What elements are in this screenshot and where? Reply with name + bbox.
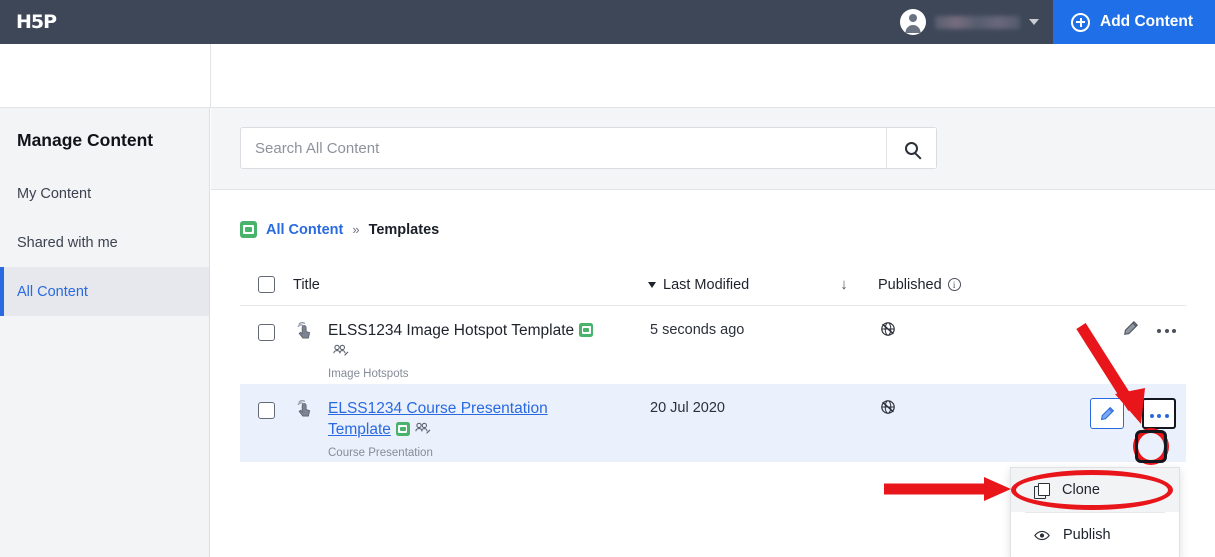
row-actions <box>1025 398 1186 429</box>
row-checkbox[interactable] <box>258 402 275 419</box>
header-published[interactable]: Published i <box>878 277 1023 293</box>
pencil-icon <box>1100 406 1115 420</box>
breadcrumb-separator: » <box>352 222 360 237</box>
pencil-icon[interactable] <box>1122 320 1139 337</box>
sidebar-item-label: Shared with me <box>17 234 118 251</box>
select-all-checkbox[interactable] <box>258 276 275 293</box>
breadcrumb-root-link[interactable]: All Content <box>266 222 343 238</box>
user-name-redacted <box>935 15 1021 29</box>
content-type-icon <box>579 323 594 337</box>
tap-hand-icon <box>293 320 320 342</box>
search-icon <box>905 141 918 155</box>
search-input[interactable] <box>241 128 886 168</box>
sort-direction-icon[interactable]: ↓ <box>840 276 848 293</box>
sidebar-item-label: My Content <box>17 185 92 202</box>
add-content-label: Add Content <box>1100 13 1193 30</box>
caret-down-icon <box>648 281 656 288</box>
shared-users-icon <box>415 422 431 434</box>
sidebar-item-all-content[interactable]: All Content <box>0 267 209 316</box>
menu-item-label: Clone <box>1062 482 1100 498</box>
row-select-cell <box>240 320 293 341</box>
tap-hand-icon <box>293 398 320 420</box>
header-last-modified[interactable]: Last Modified ↓ <box>648 276 878 293</box>
row-published-cell <box>880 398 1025 420</box>
h5p-logo[interactable]: H5P <box>16 11 57 33</box>
row-checkbox[interactable] <box>258 324 275 341</box>
info-icon[interactable]: i <box>947 278 961 291</box>
select-all-cell <box>240 276 293 293</box>
top-bar: H5P Add Content <box>0 0 1215 44</box>
chevron-down-icon[interactable] <box>1029 19 1040 25</box>
globe-slash-icon <box>881 400 895 414</box>
plus-circle-icon <box>1071 12 1091 32</box>
sub-header-divider <box>210 44 211 108</box>
row-subtype: Image Hotspots <box>328 368 409 380</box>
page-root: H5P Add Content Manage Content My Conten… <box>0 0 1215 557</box>
row-subtype: Course Presentation <box>328 447 433 459</box>
header-last-modified-label: Last Modified <box>663 276 750 293</box>
row-title-cell: ELSS1234 Course Presentation Template Co… <box>320 398 650 459</box>
copy-icon <box>1034 482 1050 499</box>
search-zone <box>211 108 1215 190</box>
sidebar-item-shared-with-me[interactable]: Shared with me <box>0 218 209 267</box>
row-last-modified: 5 seconds ago <box>650 322 745 338</box>
header-title[interactable]: Title <box>293 277 648 293</box>
globe-slash-icon <box>881 322 895 336</box>
ellipsis-icon <box>1149 405 1169 422</box>
table-row[interactable]: ELSS1234 Course Presentation Template Co… <box>240 384 1186 462</box>
shared-users-icon <box>333 344 349 356</box>
menu-item-clone[interactable]: Clone <box>1011 468 1179 512</box>
breadcrumb: All Content » Templates <box>211 190 1215 238</box>
row-title-cell: ELSS1234 Image Hotspot Template Image Ho… <box>320 320 650 380</box>
row-actions-menu: Clone Publish <box>1010 467 1180 557</box>
row-published-cell <box>880 320 1025 342</box>
content-type-icon <box>240 221 257 238</box>
avatar <box>900 9 927 35</box>
row-title-line1[interactable]: ELSS1234 Course Presentation <box>328 400 548 417</box>
menu-item-label: Publish <box>1063 527 1111 543</box>
top-bar-right: Add Content <box>900 0 1215 44</box>
eye-icon <box>1034 530 1050 540</box>
content-type-icon <box>395 422 410 436</box>
row-last-modified: 20 Jul 2020 <box>650 400 725 416</box>
ellipsis-icon[interactable] <box>1157 320 1176 337</box>
row-select-cell <box>240 398 293 419</box>
search-button[interactable] <box>886 128 936 168</box>
user-menu[interactable] <box>900 0 1053 44</box>
row-title[interactable]: ELSS1234 Image Hotspot Template <box>328 322 574 339</box>
add-content-button[interactable]: Add Content <box>1053 0 1215 44</box>
row-title-line2[interactable]: Template <box>328 421 391 438</box>
sidebar: Manage Content My Content Shared with me… <box>0 108 210 557</box>
edit-button[interactable] <box>1090 398 1124 429</box>
menu-item-publish[interactable]: Publish <box>1011 513 1179 557</box>
sidebar-item-my-content[interactable]: My Content <box>0 169 209 218</box>
page-title: Manage Content <box>17 130 154 150</box>
row-actions <box>1025 320 1186 337</box>
table-header-row: Title Last Modified ↓ Published i <box>240 264 1186 306</box>
sub-header-strip <box>0 44 1215 108</box>
search-bar <box>240 127 937 169</box>
sidebar-item-label: All Content <box>17 283 88 300</box>
header-published-label: Published <box>878 276 942 293</box>
table-row[interactable]: ELSS1234 Image Hotspot Template Image Ho… <box>240 306 1186 384</box>
more-actions-button[interactable] <box>1142 398 1176 429</box>
content-table: Title Last Modified ↓ Published i ELSS12… <box>240 264 1186 462</box>
breadcrumb-current: Templates <box>368 221 440 238</box>
